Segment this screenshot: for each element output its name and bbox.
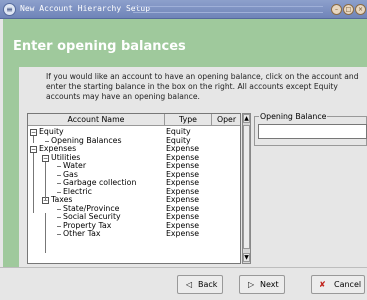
scrollbar-thumb[interactable] [243, 125, 250, 249]
back-button-label: Back [198, 280, 218, 289]
column-header-opening[interactable]: Oper [212, 114, 240, 126]
window-menu-icon[interactable]: ≡ [3, 3, 16, 16]
tree-guide-line [33, 153, 34, 213]
maximize-icon[interactable]: □ [343, 4, 354, 15]
cancel-button[interactable]: ✘ Cancel [311, 275, 365, 294]
minimize-icon[interactable]: – [331, 4, 342, 15]
instructions-text: If you would like an account to have an … [46, 72, 359, 101]
back-button[interactable]: ◁ Back [177, 275, 223, 294]
tree-row[interactable]: Garbage collection Expense [28, 178, 240, 188]
tree-row[interactable]: − Utilities Expense [28, 153, 240, 163]
tree-guide-line [57, 217, 61, 218]
column-header-type[interactable]: Type [165, 114, 212, 126]
tree-guide-line [45, 140, 49, 142]
tree-guide-line [45, 162, 46, 200]
tree-guide-line [57, 183, 61, 184]
cancel-x-icon: ✘ [319, 280, 326, 289]
scroll-up-icon[interactable]: ▲ [243, 114, 250, 123]
vertical-scrollbar[interactable]: ▲ ▼ [242, 113, 251, 264]
tree-guide-line [57, 191, 61, 193]
account-tree[interactable]: Account Name Type Oper − Equity Equity Open… [27, 113, 241, 264]
window-title: New Account Hierarchy Setup [20, 4, 151, 13]
account-type: Expense [166, 229, 200, 238]
tree-row[interactable]: Social Security Expense [28, 212, 240, 222]
tree-row[interactable]: Other Tax Expense [28, 229, 240, 239]
window-titlebar[interactable]: ≡ New Account Hierarchy Setup – □ × [0, 0, 367, 19]
tree-row[interactable]: Property Tax Expense [28, 221, 240, 231]
druid-header: Enter opening balances [3, 19, 367, 63]
tree-row[interactable]: State/Province Expense [28, 204, 240, 214]
tree-header: Account Name Type Oper [28, 114, 240, 126]
titlebar-decoration [133, 6, 323, 13]
scroll-down-icon[interactable]: ▼ [243, 253, 250, 262]
tree-row[interactable]: − Taxes Expense [28, 195, 240, 205]
back-arrow-icon: ◁ [186, 280, 193, 289]
tree-guide-line [57, 174, 61, 176]
account-name: Other Tax [63, 229, 101, 238]
tree-guide-line [57, 225, 61, 227]
opening-balance-input[interactable] [258, 124, 367, 139]
close-icon[interactable]: × [355, 4, 366, 15]
tree-guide-line [57, 234, 61, 235]
collapse-expander-icon[interactable]: − [42, 154, 49, 162]
cancel-button-label: Cancel [334, 280, 362, 289]
collapse-expander-icon[interactable]: − [30, 146, 37, 153]
tree-guide-line [57, 208, 61, 210]
next-button-label: Next [260, 280, 279, 289]
next-button[interactable]: ▷ Next [239, 275, 285, 294]
collapse-expander-icon[interactable]: − [30, 129, 37, 136]
next-arrow-icon: ▷ [248, 280, 255, 289]
tree-guide-line [45, 213, 46, 253]
opening-balance-label: Opening Balance [259, 112, 328, 121]
tree-row[interactable]: Water Expense [28, 161, 240, 171]
footer-separator [0, 267, 367, 268]
page-title: Enter opening balances [13, 39, 186, 54]
tree-guide-line [57, 166, 61, 167]
column-header-account-name[interactable]: Account Name [28, 114, 165, 126]
tree-guide-line [33, 136, 34, 143]
